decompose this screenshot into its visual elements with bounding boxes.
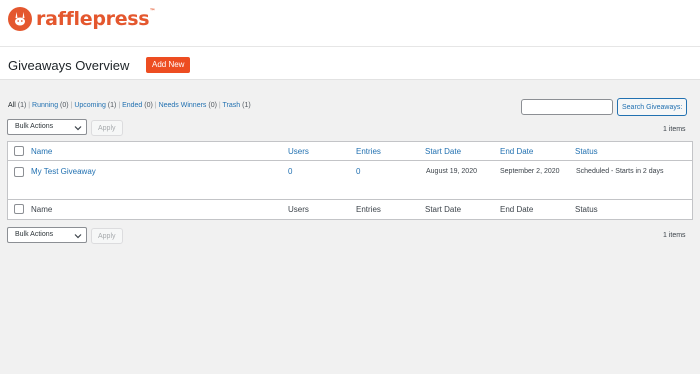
apply-button-bottom[interactable]: Apply — [91, 228, 123, 244]
select-all-checkbox-footer[interactable] — [14, 204, 24, 214]
column-header-start-date[interactable]: Start Date — [425, 147, 461, 156]
items-count-bottom: 1 items — [663, 232, 686, 239]
column-header-users[interactable]: Users — [288, 147, 309, 156]
bulk-actions-select-bottom[interactable]: Bulk Actions — [7, 227, 87, 243]
column-header-name[interactable]: Name — [31, 147, 52, 156]
filter-running[interactable]: Running (0) — [32, 102, 69, 109]
users-count-link[interactable]: 0 — [288, 167, 292, 176]
apply-button-top[interactable]: Apply — [91, 120, 123, 136]
giveaway-name-link[interactable]: My Test Giveaway — [31, 167, 96, 176]
add-new-button[interactable]: Add New — [146, 57, 191, 73]
title-bar: Giveaways Overview Add New — [0, 46, 700, 80]
footer-column-status[interactable]: Status — [575, 205, 598, 214]
table-header-row: Name Users Entries Start Date End Date S… — [8, 142, 692, 161]
search-input[interactable] — [521, 99, 613, 115]
filter-upcoming[interactable]: Upcoming (1) — [74, 102, 116, 109]
chevron-down-icon — [74, 124, 82, 134]
status-filters: All (1) | Running (0) | Upcoming (1) | E… — [8, 102, 251, 109]
start-date-value: August 19, 2020 — [426, 168, 477, 175]
status-value: Scheduled - Starts in 2 days — [576, 168, 664, 175]
rafflepress-logo[interactable]: rafflepress™ — [8, 7, 155, 31]
giveaways-table: Name Users Entries Start Date End Date S… — [7, 141, 693, 220]
page-title: Giveaways Overview — [8, 58, 130, 73]
footer-column-users[interactable]: Users — [288, 205, 309, 214]
footer-column-end-date[interactable]: End Date — [500, 205, 533, 214]
items-count-top: 1 items — [663, 126, 686, 133]
bulk-actions-select-top[interactable]: Bulk Actions — [7, 119, 87, 135]
row-checkbox[interactable] — [14, 167, 24, 177]
rabbit-logo-icon — [8, 7, 32, 31]
column-header-status[interactable]: Status — [575, 147, 598, 156]
filter-trash[interactable]: Trash (1) — [223, 102, 251, 109]
filter-all[interactable]: All (1) — [8, 102, 26, 109]
entries-count-link[interactable]: 0 — [356, 167, 360, 176]
column-header-end-date[interactable]: End Date — [500, 147, 533, 156]
footer-column-name[interactable]: Name — [31, 205, 52, 214]
table-row: My Test Giveaway 0 0 August 19, 2020 Sep… — [8, 161, 692, 200]
brand-bar: rafflepress™ — [0, 0, 700, 46]
filter-needs-winners[interactable]: Needs Winners (0) — [159, 102, 217, 109]
footer-column-entries[interactable]: Entries — [356, 205, 381, 214]
brand-name: rafflepress™ — [36, 8, 156, 30]
end-date-value: September 2, 2020 — [500, 168, 560, 175]
table-footer-row: Name Users Entries Start Date End Date S… — [8, 200, 692, 219]
column-header-entries[interactable]: Entries — [356, 147, 381, 156]
chevron-down-icon — [74, 232, 82, 242]
search-giveaways-button[interactable]: Search Giveaways: — [617, 98, 688, 116]
filter-ended[interactable]: Ended (0) — [122, 102, 153, 109]
select-all-checkbox[interactable] — [14, 146, 24, 156]
footer-column-start-date[interactable]: Start Date — [425, 205, 461, 214]
